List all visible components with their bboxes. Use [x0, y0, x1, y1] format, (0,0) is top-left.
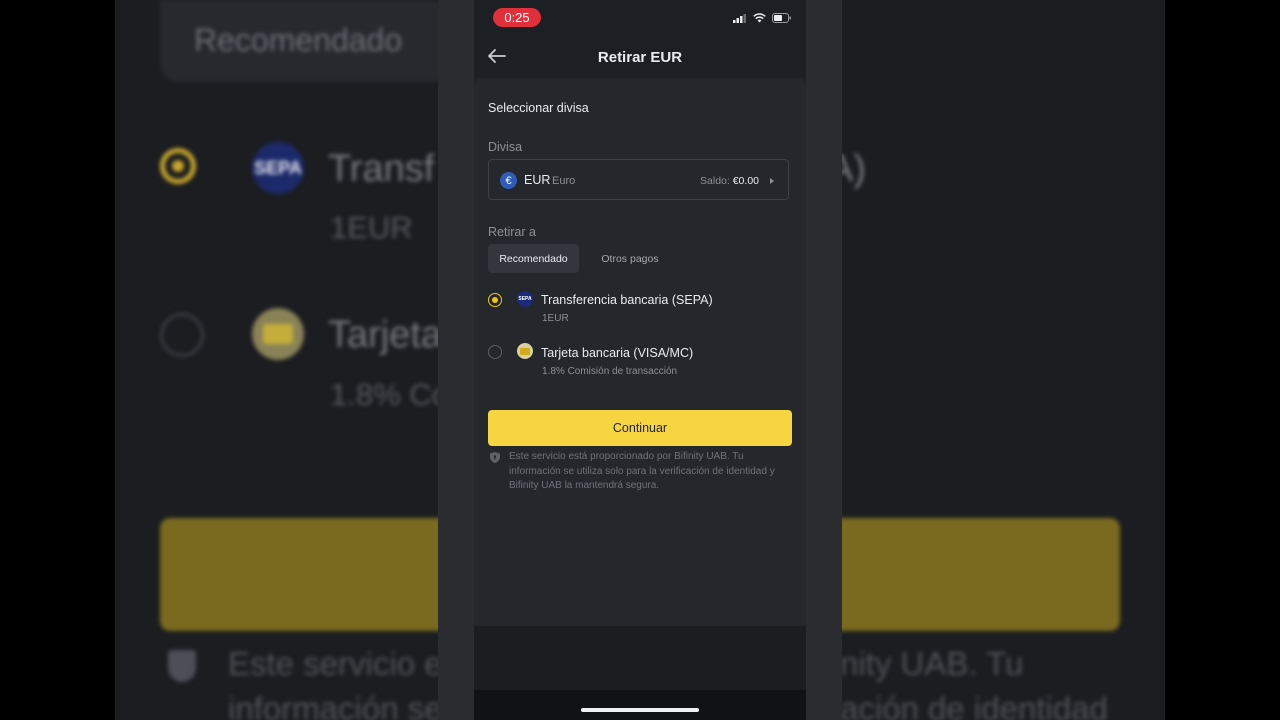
background-method2-title: Tarjeta [328, 314, 443, 356]
withdraw-to-label: Retirar a [488, 225, 536, 239]
method-card-title[interactable]: Tarjeta bancaria (VISA/MC) [541, 346, 693, 360]
balance-text: Saldo: €0.00 [700, 175, 759, 187]
tab-otros-pagos[interactable]: Otros pagos [590, 244, 670, 273]
currency-label: Divisa [488, 140, 523, 154]
method-sepa-fee: 1EUR [542, 313, 569, 324]
background-disclaimer-right-2: ación de identidad [840, 690, 1108, 720]
page-title: Retirar EUR [597, 49, 683, 66]
home-indicator-area [474, 690, 806, 720]
battery-icon [772, 13, 791, 23]
background-method1-title: Transf [328, 148, 435, 190]
currency-code: EUR [524, 173, 551, 187]
section-title-select-currency: Seleccionar divisa [488, 101, 589, 115]
radio-sepa[interactable] [488, 293, 502, 307]
status-time: 0:25 [493, 8, 541, 27]
background-radio-selected [160, 148, 196, 184]
background-disclaimer-left-1: Este servicio e [228, 645, 443, 682]
shield-icon [490, 452, 500, 463]
phone-screen: 0:25 Retirar EUR Seleccionar divisa Divi… [474, 0, 806, 720]
background-disclaimer-right-1: nity UAB. Tu [840, 645, 1024, 682]
background-tab-label: Recomendado [194, 22, 403, 58]
left-letterbox-edge [438, 0, 474, 720]
method-card-fee: 1.8% Comisión de transacción [542, 366, 678, 377]
right-letterbox-edge [806, 0, 842, 720]
euro-icon: € [500, 172, 517, 189]
disclaimer-text: Este servicio está proporcionado por Bif… [509, 451, 775, 491]
continue-button[interactable]: Continuar [488, 410, 792, 446]
background-disclaimer-left-2: información se [228, 690, 443, 720]
background-radio-unselected [160, 313, 204, 357]
method-sepa-title[interactable]: Transferencia bancaria (SEPA) [541, 293, 713, 307]
app-header: Retirar EUR [474, 36, 806, 78]
home-indicator[interactable] [581, 708, 699, 712]
bank-card-icon [517, 343, 533, 359]
withdraw-form: Seleccionar divisa Divisa € EUR Euro Sal… [474, 78, 806, 626]
balance-label: Saldo: [700, 175, 730, 187]
caret-right-icon [770, 178, 774, 184]
wifi-icon [753, 13, 766, 23]
status-icons [733, 13, 792, 23]
balance-value: €0.00 [732, 175, 759, 187]
currency-name: Euro [552, 175, 576, 187]
radio-card[interactable] [488, 345, 502, 359]
currency-selector[interactable]: € EUR Euro Saldo: €0.00 [488, 159, 789, 200]
bottom-area [474, 626, 806, 690]
sepa-icon: SEPA [517, 291, 533, 307]
background-card-icon [252, 308, 304, 360]
status-bar: 0:25 [474, 0, 806, 36]
tab-recomendado[interactable]: Recomendado [488, 244, 579, 273]
background-shield-icon [168, 650, 196, 682]
background-tab-pill: Recomendado [160, 0, 460, 82]
background-method2-fee: 1.8% Co [330, 377, 449, 412]
signal-icon [733, 13, 746, 23]
background-method1-fee: 1EUR [330, 210, 413, 245]
background-sepa-icon: SEPA [252, 142, 304, 194]
